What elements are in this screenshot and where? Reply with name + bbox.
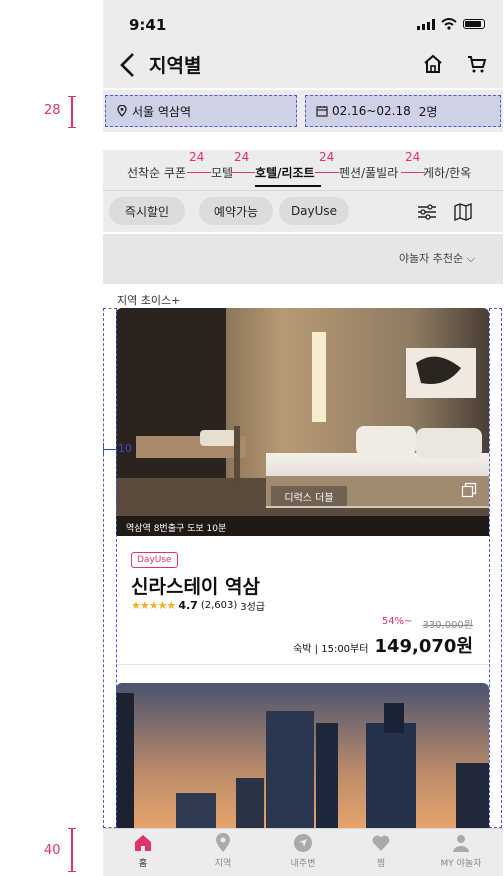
nav-label: 내주변 [290, 859, 316, 869]
stay-type: 숙박 | 15:00부터 [293, 644, 369, 655]
card-spacing-guide [489, 308, 502, 828]
filter-height-annotation: 28 [44, 103, 61, 118]
filter-sliders-icon[interactable] [417, 203, 437, 221]
nav-label: 지역 [214, 859, 232, 869]
chevron-left-icon[interactable] [119, 52, 137, 78]
tab-gap-line [401, 172, 425, 173]
location-text: 서울 역삼역 [132, 104, 192, 119]
card-margin-line [103, 449, 117, 450]
tab-gap-annotation: 24 [189, 150, 205, 164]
signal-icon [417, 18, 435, 30]
tab-guesthouse[interactable]: 게하/한옥 [423, 164, 471, 181]
tab-gap-line [315, 172, 339, 173]
status-time: 9:41 [129, 16, 167, 34]
divider [116, 664, 489, 665]
home-icon[interactable] [421, 52, 445, 76]
location-pin-icon [216, 833, 230, 852]
tab-gap-annotation: 24 [405, 150, 421, 164]
date-guest-selector[interactable]: 02.16~02.18 2명 [305, 95, 501, 127]
date-text: 02.16~02.18 [332, 104, 411, 118]
photo-caption: 역삼역 8번출구 도보 10분 [116, 516, 489, 536]
nav-label: 찜 [376, 859, 386, 869]
hotel-grade: 3성급 [240, 602, 266, 613]
nav-height-annotation: 40 [44, 843, 61, 858]
room-type-tag: 디럭스 더블 [271, 486, 347, 506]
chip-available[interactable]: 예약가능 [199, 197, 273, 225]
tab-gap-annotation: 24 [319, 150, 335, 164]
status-icons [417, 18, 485, 30]
chip-instant-discount[interactable]: 즉시할인 [109, 197, 185, 225]
review-count: (2,603) [200, 600, 238, 611]
tab-pension[interactable]: 펜션/풀빌라 [339, 164, 398, 181]
tab-gap-annotation: 24 [234, 150, 250, 164]
nav-nearby[interactable]: 내주변 [273, 833, 333, 869]
sale-price: 149,070원 [374, 636, 473, 657]
dayuse-badge: DayUse [131, 552, 178, 568]
category-tabs: 선착순 쿠폰 모텔 호텔/리조트 펜션/풀빌라 게하/한옥 24 24 24 2… [103, 150, 503, 190]
page-title: 지역별 [149, 55, 202, 77]
battery-icon [463, 19, 485, 29]
star-rating-icon: ★★★★★ [131, 599, 176, 612]
location-selector[interactable]: 서울 역삼역 [105, 95, 297, 127]
nav-home[interactable]: 홈 [113, 833, 173, 869]
nav-label: MY 야놀자 [440, 859, 482, 869]
calendar-icon [316, 106, 328, 117]
tab-motel[interactable]: 모텔 [211, 164, 233, 181]
nav-height-bracket [68, 828, 76, 872]
card-margin-annotation: 10 [118, 442, 132, 455]
bottom-navigation: 홈 지역 내주변 찜 MY 야놀자 [103, 828, 503, 876]
listing-card[interactable]: 디럭스 더블 역삼역 8번출구 도보 10분 DayUse 신라스테이 역삼 ★… [116, 308, 489, 828]
card-margin-tick [103, 443, 104, 455]
chip-dayuse[interactable]: DayUse [279, 197, 349, 225]
heart-icon [372, 835, 390, 851]
hotel-room-photo[interactable]: 디럭스 더블 역삼역 8번출구 도보 10분 [116, 308, 489, 536]
wifi-icon [441, 18, 457, 30]
active-tab-indicator [255, 185, 321, 187]
rating-score: 4.7 [178, 599, 198, 612]
original-price: 330,000원 [422, 620, 473, 631]
discount-rate: 54%~ [381, 616, 413, 627]
tab-hotel-resort[interactable]: 호텔/리조트 [255, 164, 315, 181]
search-filter-bar: 서울 역삼역 02.16~02.18 2명 [103, 90, 503, 132]
price-meta: 54%~ 330,000원 [382, 616, 473, 631]
card-spacing-guide [103, 308, 117, 828]
guest-text: 2명 [418, 104, 438, 119]
section-label: 지역 초이스+ [117, 294, 181, 307]
rating-row: ★★★★★ 4.7 (2,603) 3성급 [131, 598, 265, 613]
tab-gap-line [231, 172, 255, 173]
navigation-icon [294, 834, 312, 852]
price-row: 숙박 | 15:00부터 149,070원 [293, 632, 473, 658]
chevron-down-icon: ⌵ [466, 252, 475, 265]
hotel-name: 신라스테이 역삼 [131, 576, 260, 598]
hotel-exterior-photo[interactable] [116, 683, 489, 828]
nav-wishlist[interactable]: 찜 [351, 833, 411, 869]
sort-row: 야놀자 추천순 ⌵ [103, 234, 503, 284]
sort-label: 야놀자 추천순 [398, 252, 464, 265]
tab-gap-line [187, 172, 211, 173]
map-icon[interactable] [453, 202, 473, 222]
nav-label: 홈 [138, 859, 148, 869]
location-pin-icon [117, 105, 127, 117]
phone-screen: 9:41 지역별 서울 역삼역 02.16~02.18 2명 선착순 쿠폰 모텔… [103, 0, 503, 876]
city-illustration [116, 683, 489, 828]
gallery-copy-icon[interactable] [461, 482, 477, 498]
tab-coupon[interactable]: 선착순 쿠폰 [127, 164, 186, 181]
app-header: 지역별 [103, 40, 503, 88]
filter-chips-row: 즉시할인 예약가능 DayUse [103, 190, 503, 232]
home-icon [135, 835, 151, 851]
sort-selector[interactable]: 야놀자 추천순 ⌵ [399, 250, 475, 266]
nav-my[interactable]: MY 야놀자 [431, 833, 491, 869]
nav-region[interactable]: 지역 [193, 833, 253, 869]
cart-icon[interactable] [465, 52, 489, 76]
user-icon [453, 835, 469, 852]
filter-height-bracket [68, 96, 76, 128]
